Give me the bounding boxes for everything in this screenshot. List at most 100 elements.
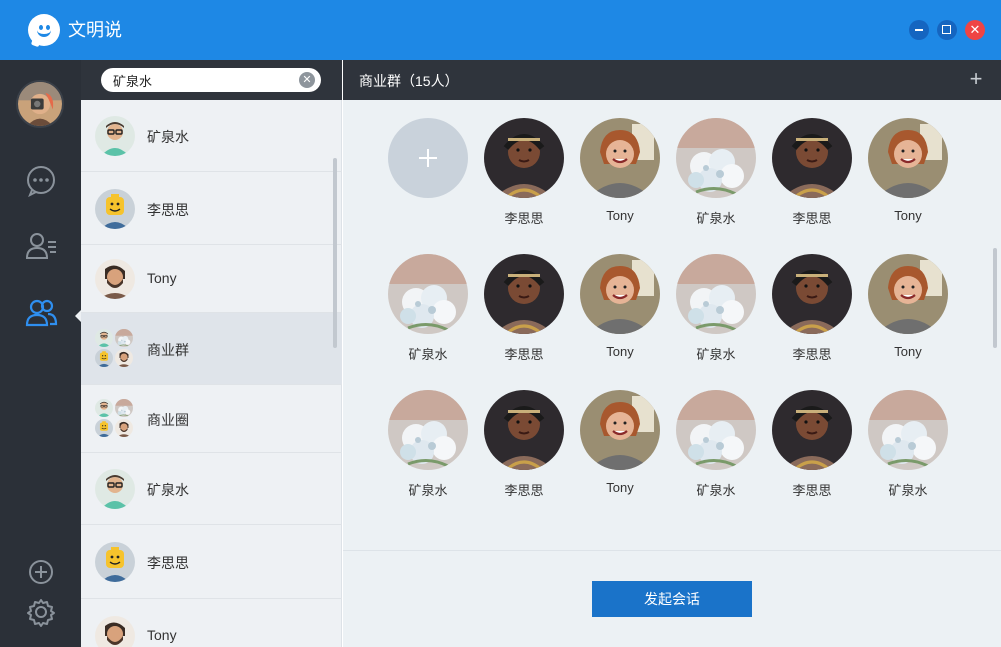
member-item[interactable]: 矿泉水 xyxy=(383,254,473,364)
contact-row[interactable]: 商业群 xyxy=(81,313,342,385)
member-item[interactable]: 矿泉水 xyxy=(383,390,473,500)
member-avatar xyxy=(484,118,564,198)
member-avatar xyxy=(772,118,852,198)
member-avatar xyxy=(676,118,756,198)
member-avatar xyxy=(868,390,948,470)
member-item[interactable]: 李思思 xyxy=(767,254,857,364)
maximize-icon[interactable] xyxy=(937,20,957,40)
contact-name: 李思思 xyxy=(147,201,189,218)
contact-avatar xyxy=(95,616,135,647)
settings-gear-icon[interactable] xyxy=(24,595,58,629)
member-item[interactable]: 矿泉水 xyxy=(671,390,761,500)
group-avatar xyxy=(95,399,135,439)
contact-name: Tony xyxy=(147,270,177,286)
title-bar: 文明说 ✕ xyxy=(0,0,1001,60)
contact-avatar xyxy=(95,542,135,582)
member-name: 矿泉水 xyxy=(408,483,448,498)
search-bar: ✕ xyxy=(81,60,342,100)
member-name: 矿泉水 xyxy=(696,483,736,498)
member-name: 李思思 xyxy=(792,347,832,362)
divider xyxy=(343,550,1001,551)
member-avatar xyxy=(580,254,660,334)
search-input[interactable] xyxy=(113,71,283,89)
contact-name: 商业群 xyxy=(147,342,189,358)
member-name: 李思思 xyxy=(792,211,832,226)
user-avatar[interactable] xyxy=(16,80,64,128)
contact-avatar xyxy=(95,259,135,299)
contact-row[interactable]: 李思思 xyxy=(81,172,342,245)
contact-name: 矿泉水 xyxy=(147,482,189,498)
member-item[interactable]: 李思思 xyxy=(767,118,857,228)
start-chat-button[interactable]: 发起会话 xyxy=(592,581,752,617)
minimize-icon[interactable] xyxy=(909,20,929,40)
contact-name: Tony xyxy=(147,627,177,643)
contact-avatar xyxy=(95,116,135,156)
member-avatar xyxy=(868,118,948,198)
member-item[interactable]: 李思思 xyxy=(479,254,569,364)
member-item[interactable]: 李思思 xyxy=(767,390,857,500)
member-name: 李思思 xyxy=(504,483,544,498)
member-item[interactable]: Tony xyxy=(575,254,665,364)
member-avatar xyxy=(388,254,468,334)
member-name: 矿泉水 xyxy=(888,483,928,498)
member-item[interactable]: 矿泉水 xyxy=(863,390,953,500)
member-avatar xyxy=(580,118,660,198)
clear-search-icon[interactable]: ✕ xyxy=(299,72,315,88)
member-item[interactable]: 矿泉水 xyxy=(671,254,761,364)
member-name: Tony xyxy=(606,344,634,359)
chat-bubble-icon[interactable] xyxy=(24,163,58,197)
contact-row[interactable]: 李思思 xyxy=(81,525,342,599)
group-icon[interactable] xyxy=(24,296,58,330)
contact-row[interactable]: 矿泉水 xyxy=(81,453,342,525)
member-grid: 李思思 Tony 矿泉水 李思思 Tony 矿泉水 李思思 Tony 矿泉水 李思思 Tony 矿泉水… xyxy=(343,100,1001,550)
contact-name: 矿泉水 xyxy=(147,129,189,145)
group-avatar xyxy=(95,329,135,369)
member-name: 李思思 xyxy=(504,211,544,226)
member-name: Tony xyxy=(606,208,634,223)
member-item[interactable]: Tony xyxy=(863,254,953,364)
add-icon[interactable]: + xyxy=(965,68,987,90)
contact-list: 矿泉水 李思思 Tony 商业群 商业圈 矿泉水 李思思 Tony xyxy=(81,100,342,647)
member-name: 李思思 xyxy=(792,483,832,498)
contact-row[interactable]: Tony xyxy=(81,599,342,647)
contacts-list-icon[interactable] xyxy=(24,228,58,262)
contact-row[interactable]: Tony xyxy=(81,245,342,313)
member-name: Tony xyxy=(606,480,634,495)
app-title: 文明说 xyxy=(68,20,122,40)
member-avatar xyxy=(484,254,564,334)
member-name: Tony xyxy=(894,344,922,359)
contact-row[interactable]: 商业圈 xyxy=(81,385,342,453)
member-item[interactable]: Tony xyxy=(575,118,665,228)
member-name: 矿泉水 xyxy=(696,211,736,226)
member-avatar xyxy=(868,254,948,334)
member-item[interactable]: Tony xyxy=(575,390,665,500)
member-avatar xyxy=(388,390,468,470)
contact-list-panel: ✕ 矿泉水李思思Tony商业群商业圈矿泉水李思思Tony xyxy=(81,60,342,647)
contact-list-scrollbar[interactable] xyxy=(333,158,337,348)
member-name: 矿泉水 xyxy=(408,347,448,362)
search-box[interactable]: ✕ xyxy=(101,68,321,92)
add-circle-icon[interactable] xyxy=(24,555,58,589)
member-name: Tony xyxy=(894,208,922,223)
member-name: 李思思 xyxy=(504,347,544,362)
contact-avatar xyxy=(95,469,135,509)
member-item[interactable]: 矿泉水 xyxy=(671,118,761,228)
app-logo-icon xyxy=(28,14,60,48)
contact-name: 商业圈 xyxy=(147,412,189,428)
member-item[interactable]: Tony xyxy=(863,118,953,228)
member-item[interactable]: 李思思 xyxy=(479,390,569,500)
group-header: 商业群（15人） + xyxy=(343,60,1001,100)
member-grid-scrollbar[interactable] xyxy=(993,248,997,348)
contact-row[interactable]: 矿泉水 xyxy=(81,100,342,172)
member-avatar xyxy=(676,390,756,470)
member-avatar xyxy=(676,254,756,334)
member-avatar xyxy=(580,390,660,470)
member-item[interactable]: 李思思 xyxy=(479,118,569,228)
left-nav xyxy=(0,60,81,647)
member-avatar xyxy=(484,390,564,470)
contact-avatar xyxy=(95,188,135,229)
member-avatar xyxy=(772,390,852,470)
contact-name: 李思思 xyxy=(147,555,189,571)
member-name: 矿泉水 xyxy=(696,347,736,362)
close-icon[interactable]: ✕ xyxy=(965,20,985,40)
